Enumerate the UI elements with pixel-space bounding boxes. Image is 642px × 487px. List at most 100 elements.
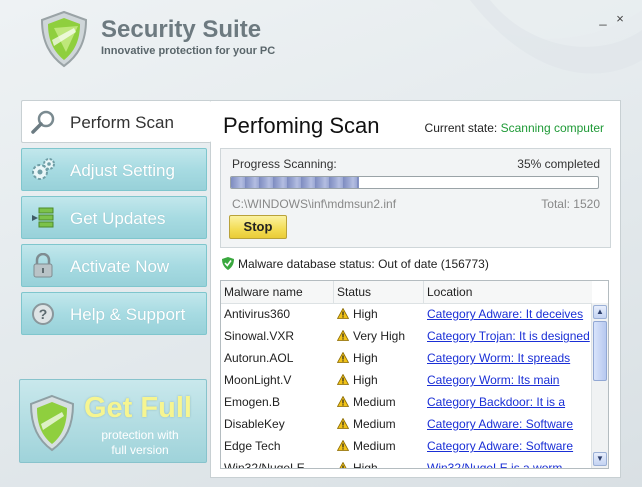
column-header-location[interactable]: Location [424, 281, 592, 303]
table-row[interactable]: Emogen.B Medium Category Backdoor: It is a [221, 391, 592, 413]
sidebar-item-perform-scan[interactable]: Perform Scan [21, 100, 211, 143]
total-count: Total: 1520 [541, 197, 600, 211]
current-state-label: Current state: [424, 121, 498, 135]
scroll-down-button[interactable]: ▼ [593, 452, 607, 466]
scan-panel: Perfoming Scan Current state: Scanning c… [210, 100, 621, 478]
progress-box: Progress Scanning: 35% completed C:\WIND… [220, 148, 611, 248]
close-button[interactable]: × [613, 12, 627, 26]
table-row[interactable]: DisableKey Medium Category Adware: Softwar… [221, 413, 592, 435]
malware-name: Emogen.B [224, 395, 281, 409]
malware-status: Medium [334, 435, 424, 457]
warning-icon [337, 374, 349, 385]
malware-status: Very High [334, 325, 424, 347]
status-text: High [353, 373, 378, 387]
promo-subtitle-line2: full version [111, 443, 169, 457]
status-text: Medium [353, 417, 396, 431]
help-icon: ? [32, 303, 54, 325]
location-link[interactable]: Category Worm: It spreads [427, 351, 570, 365]
warning-icon [337, 418, 349, 429]
sidebar-item-label: Help & Support [70, 305, 186, 324]
sidebar-item-adjust-setting[interactable]: Adjust Setting [21, 148, 207, 191]
promo-title: Get Full [84, 392, 192, 424]
malware-name: Sinowal.VXR [224, 329, 295, 343]
malware-location: Category Adware: Software [424, 413, 590, 435]
status-text: Medium [353, 439, 396, 453]
progress-bar-fill [231, 177, 360, 188]
table-row[interactable]: Autorun.AOL High Category Worm: It spreads [221, 347, 592, 369]
sidebar-item-activate-now[interactable]: Activate Now [21, 244, 207, 287]
gears-icon [32, 158, 55, 180]
page-title: Perfoming Scan [223, 113, 380, 138]
current-state-value: Scanning computer [500, 121, 604, 135]
location-link[interactable]: Win32/NugeLE is a worm [427, 461, 562, 468]
table-row[interactable]: Sinowal.VXR Very High Category Trojan: It … [221, 325, 592, 347]
status-text: Very High [353, 329, 406, 343]
sidebar-item-help-support[interactable]: ? Help & Support [21, 292, 207, 335]
warning-icon [337, 396, 349, 407]
warning-icon [339, 462, 347, 468]
header: Security Suite Innovative protection for… [0, 0, 642, 98]
get-full-promo-button[interactable]: Get Full protection with full version [19, 379, 207, 463]
minimize-button[interactable]: _ [596, 12, 610, 26]
sidebar-item-label: Activate Now [70, 257, 170, 276]
sidebar-item-get-updates[interactable]: Get Updates [21, 196, 207, 239]
stop-button[interactable]: Stop [229, 215, 287, 239]
warning-icon [337, 352, 349, 363]
scroll-up-button[interactable]: ▲ [593, 305, 607, 319]
malware-location: Category Worm: It spreads [424, 347, 590, 369]
current-file-path: C:\WINDOWS\inf\mdmsun2.inf [232, 197, 397, 211]
malware-location: Category Adware: It deceives [424, 303, 590, 325]
database-status: Malware database status: Out of date (15… [221, 256, 489, 271]
malware-name: DisableKey [224, 417, 285, 431]
table-body: Antivirus360 High Category Adware: It dece… [221, 303, 592, 469]
warning-icon [337, 330, 349, 341]
app-title: Security Suite [101, 16, 262, 43]
progress-percent: 35% completed [517, 157, 600, 171]
shield-logo-icon [40, 10, 88, 68]
malware-name: Edge Tech [224, 439, 281, 453]
column-header-status[interactable]: Status [334, 281, 424, 303]
malware-location: Category Adware: Software [424, 435, 590, 457]
malware-name: Antivirus360 [224, 307, 291, 321]
column-header-name[interactable]: Malware name [221, 281, 334, 303]
malware-status: Medium [334, 413, 424, 435]
table-row[interactable]: Edge Tech Medium Category Adware: Software [221, 435, 592, 457]
shield-check-icon [222, 257, 234, 270]
scroll-thumb[interactable] [593, 321, 607, 381]
malware-status: High [334, 303, 424, 325]
malware-table: Malware name Status Location Antivirus36… [220, 280, 609, 469]
location-link[interactable]: Category Adware: It deceives [427, 307, 583, 321]
magnifier-icon [31, 110, 55, 134]
status-text: High [353, 307, 378, 321]
location-link[interactable]: Category Trojan: It is designed [427, 329, 590, 343]
malware-location: Category Backdoor: It is a [424, 391, 590, 413]
malware-name: Win32/NugeLE [224, 461, 305, 469]
status-text: High [353, 351, 378, 365]
table-row[interactable]: Win32/NugeLE High Win32/NugeLE is a worm [221, 457, 592, 469]
malware-status: High [334, 347, 424, 369]
malware-name: MoonLight.V [224, 373, 292, 387]
table-row[interactable]: Antivirus360 High Category Adware: It dece… [221, 303, 592, 325]
sidebar-item-label: Adjust Setting [70, 161, 175, 180]
promo-subtitle-line1: protection with [101, 428, 179, 442]
table-scrollbar[interactable]: ▲ ▼ [591, 303, 608, 468]
malware-location: Category Trojan: It is designed [424, 325, 590, 347]
shield-icon [29, 394, 75, 452]
location-link[interactable]: Category Adware: Software [427, 417, 573, 431]
location-link[interactable]: Category Adware: Software [427, 439, 573, 453]
table-row[interactable]: MoonLight.V High Category Worm: Its main [221, 369, 592, 391]
status-text: Medium [353, 395, 396, 409]
malware-status: Medium [334, 391, 424, 413]
current-state: Current state: Scanning computer [425, 121, 604, 135]
table-header: Malware name Status Location [221, 281, 592, 304]
malware-status: High [334, 369, 424, 391]
location-link[interactable]: Category Backdoor: It is a [427, 395, 565, 409]
malware-name: Autorun.AOL [224, 351, 294, 365]
status-text: High [353, 461, 378, 469]
malware-location: Win32/NugeLE is a worm [424, 457, 590, 468]
malware-location: Category Worm: Its main [424, 369, 590, 391]
progress-bar [230, 176, 599, 189]
progress-label: Progress Scanning: [232, 157, 337, 171]
warning-icon [337, 440, 349, 451]
location-link[interactable]: Category Worm: Its main [427, 373, 559, 387]
